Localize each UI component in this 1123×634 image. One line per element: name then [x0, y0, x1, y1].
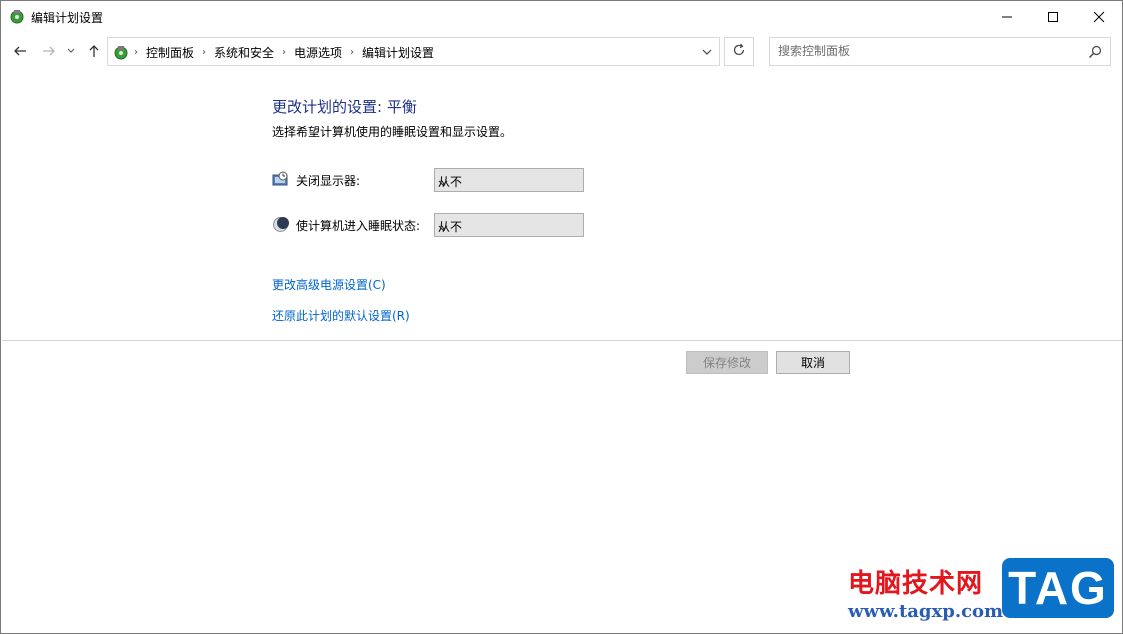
breadcrumb-control-panel[interactable]: 控制面板 — [146, 44, 194, 61]
up-button[interactable] — [84, 41, 104, 63]
window-title: 编辑计划设置 — [31, 11, 104, 25]
close-icon — [1093, 11, 1105, 23]
chevron-down-icon — [66, 45, 76, 59]
maximize-icon — [1047, 11, 1059, 23]
forward-button[interactable] — [39, 41, 59, 63]
watermark-badge: TAG — [1002, 558, 1114, 618]
save-button[interactable]: 保存修改 — [686, 351, 768, 374]
recent-locations-button[interactable] — [64, 41, 78, 63]
search-icon[interactable] — [1088, 45, 1102, 62]
divider — [2, 340, 1122, 341]
page-subtitle: 选择希望计算机使用的睡眠设置和显示设置。 — [272, 125, 513, 139]
maximize-button[interactable] — [1030, 1, 1076, 32]
breadcrumb-power-options[interactable]: 电源选项 — [294, 44, 342, 61]
breadcrumb-system-security[interactable]: 系统和安全 — [214, 44, 274, 61]
display-off-label: 关闭显示器: — [296, 174, 361, 188]
advanced-power-settings-link[interactable]: 更改高级电源设置(C) — [272, 276, 386, 293]
breadcrumb-edit-plan[interactable]: 编辑计划设置 — [362, 44, 434, 61]
window: 编辑计划设置 › 控制面板 › 系统和安全 › 电源选项 › 编辑计划设置 搜索… — [0, 0, 1123, 634]
watermark-url: www.tagxp.com — [848, 601, 1004, 622]
display-off-select[interactable]: 从不 — [434, 168, 584, 192]
control-panel-icon — [9, 8, 25, 24]
minimize-button[interactable] — [984, 1, 1030, 32]
back-button[interactable] — [10, 41, 30, 63]
chevron-right-icon[interactable]: › — [350, 47, 354, 58]
chevron-right-icon[interactable]: › — [202, 47, 206, 58]
address-dropdown-button[interactable] — [699, 44, 715, 60]
arrow-left-icon — [13, 44, 27, 61]
sleep-select[interactable]: 从不 — [434, 213, 584, 237]
restore-defaults-link[interactable]: 还原此计划的默认设置(R) — [272, 307, 410, 324]
page-title: 更改计划的设置: 平衡 — [272, 98, 417, 116]
breadcrumb: › 控制面板 › 系统和安全 › 电源选项 › 编辑计划设置 — [134, 44, 434, 61]
monitor-clock-icon — [272, 171, 289, 188]
title-bar: 编辑计划设置 — [1, 1, 1122, 33]
search-box[interactable] — [769, 37, 1111, 66]
chevron-down-icon — [438, 176, 578, 190]
navigation-bar: › 控制面板 › 系统和安全 › 电源选项 › 编辑计划设置 — [1, 37, 1122, 67]
refresh-icon — [732, 43, 746, 60]
sleep-label: 使计算机进入睡眠状态: — [296, 219, 421, 233]
chevron-right-icon: › — [134, 47, 138, 58]
arrow-up-icon — [87, 44, 101, 61]
refresh-button[interactable] — [724, 37, 754, 66]
address-bar[interactable]: › 控制面板 › 系统和安全 › 电源选项 › 编辑计划设置 — [107, 37, 720, 66]
cancel-button[interactable]: 取消 — [776, 351, 850, 374]
moon-sleep-icon — [272, 216, 289, 233]
chevron-down-icon — [438, 221, 578, 235]
close-button[interactable] — [1076, 1, 1122, 32]
control-panel-icon — [112, 44, 130, 60]
chevron-right-icon[interactable]: › — [282, 47, 286, 58]
search-input[interactable] — [778, 44, 1078, 58]
watermark-text: 电脑技术网 — [848, 569, 984, 599]
minimize-icon — [1001, 11, 1013, 23]
arrow-right-icon — [42, 44, 56, 61]
